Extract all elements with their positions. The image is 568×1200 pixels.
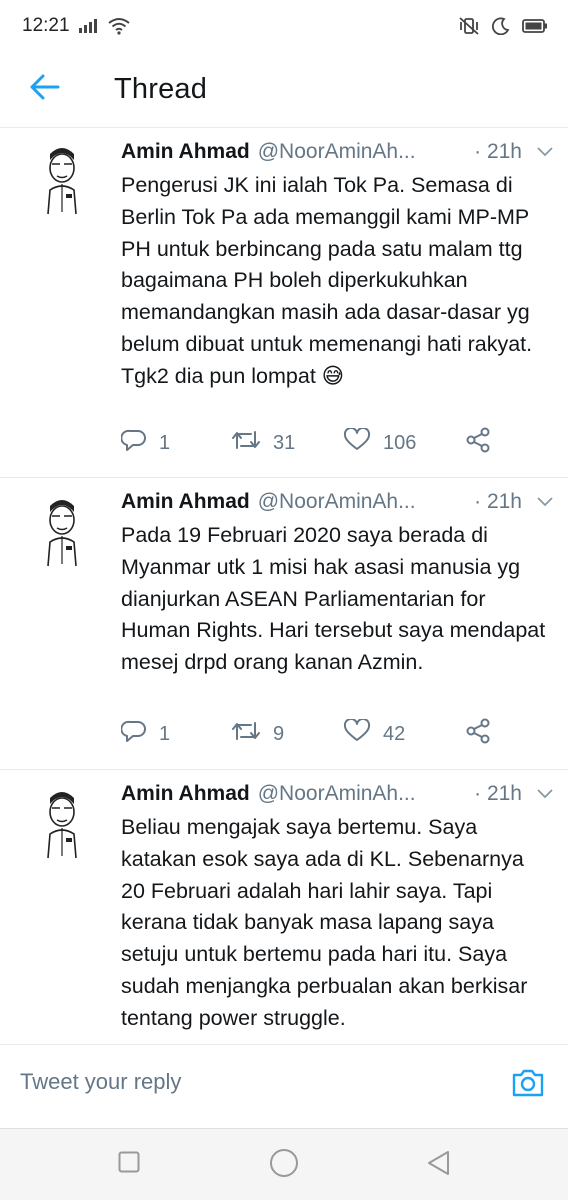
tweet-header: Amin Ahmad @NoorAminAh... · 21h (121, 782, 554, 806)
arrow-left-icon (30, 74, 60, 105)
tweet[interactable]: Amin Ahmad @NoorAminAh... · 21h Pengerus… (0, 128, 568, 478)
wifi-icon (107, 17, 130, 35)
square-icon (118, 1151, 140, 1177)
back-button[interactable] (0, 52, 90, 128)
like-button[interactable]: 106 (343, 426, 465, 458)
tweet-text: Beliau mengajak saya bertemu. Saya katak… (121, 815, 528, 1030)
retweet-button[interactable]: 9 (231, 719, 343, 749)
moon-icon (492, 17, 510, 35)
back-nav-button[interactable] (426, 1150, 450, 1181)
tweet-header: Amin Ahmad @NoorAminAh... · 21h (121, 490, 554, 514)
tweet[interactable]: Amin Ahmad @NoorAminAh... · 21h Beliau m… (0, 770, 568, 1044)
heart-icon (343, 426, 371, 458)
battery-icon (522, 18, 548, 34)
vibrate-icon (458, 16, 480, 36)
share-icon (465, 718, 491, 750)
reply-input[interactable]: Tweet your reply (20, 1069, 181, 1095)
tweet-text: Pengerusi JK ini ialah Tok Pa. Semasa di… (121, 173, 533, 388)
like-count: 42 (383, 722, 406, 745)
retweet-count: 31 (273, 431, 296, 454)
like-button[interactable]: 42 (343, 717, 465, 749)
avatar[interactable] (30, 782, 94, 860)
status-time: 12:21 (22, 15, 70, 36)
retweet-icon (231, 719, 261, 749)
author-name[interactable]: Amin Ahmad (121, 140, 250, 164)
signal-icon (78, 18, 100, 34)
status-left: 12:21 (22, 15, 130, 37)
avatar[interactable] (30, 490, 94, 568)
tweet-header: Amin Ahmad @NoorAminAh... · 21h (121, 140, 554, 164)
author-handle[interactable]: @NoorAminAh... (258, 490, 416, 514)
heart-icon (343, 717, 371, 749)
retweet-icon (231, 428, 261, 458)
tweet-time: · 21h (474, 782, 522, 805)
share-icon (465, 427, 491, 459)
tweet-actions: 1 9 42 (120, 717, 548, 750)
author-name[interactable]: Amin Ahmad (121, 782, 250, 806)
camera-button[interactable] (510, 1067, 550, 1107)
retweet-count: 9 (273, 722, 285, 745)
tweet-text: Pada 19 Februari 2020 saya berada di Mya… (121, 523, 546, 675)
avatar[interactable] (30, 138, 94, 216)
retweet-button[interactable]: 31 (231, 428, 343, 458)
home-button[interactable] (269, 1148, 299, 1183)
tweet[interactable]: Amin Ahmad @NoorAminAh... · 21h Pada 19 … (0, 478, 568, 770)
system-nav-bar (0, 1128, 568, 1200)
tweet-time: · 21h (474, 140, 522, 163)
share-button[interactable] (465, 427, 491, 459)
thread-header: Thread (0, 52, 568, 128)
reply-button[interactable]: 1 (120, 428, 231, 458)
status-bar: 12:21 (0, 0, 568, 52)
reply-bar: Tweet your reply (0, 1044, 568, 1128)
like-count: 106 (383, 431, 417, 454)
reply-icon (120, 428, 147, 458)
page-title: Thread (114, 73, 208, 105)
tweet-time: · 21h (474, 490, 522, 513)
chevron-down-icon[interactable] (536, 496, 554, 508)
reply-count: 1 (159, 722, 171, 745)
reply-icon (120, 719, 147, 749)
author-name[interactable]: Amin Ahmad (121, 490, 250, 514)
triangle-back-icon (426, 1151, 450, 1180)
share-button[interactable] (465, 718, 491, 750)
author-handle[interactable]: @NoorAminAh... (258, 782, 416, 806)
reply-count: 1 (159, 431, 171, 454)
camera-icon (510, 1069, 546, 1103)
author-handle[interactable]: @NoorAminAh... (258, 140, 416, 164)
chevron-down-icon[interactable] (536, 788, 554, 800)
reply-button[interactable]: 1 (120, 719, 231, 749)
status-right (458, 16, 548, 36)
chevron-down-icon[interactable] (536, 146, 554, 158)
circle-icon (269, 1149, 299, 1182)
tweet-actions: 1 31 106 (120, 426, 548, 459)
recents-button[interactable] (118, 1151, 140, 1178)
